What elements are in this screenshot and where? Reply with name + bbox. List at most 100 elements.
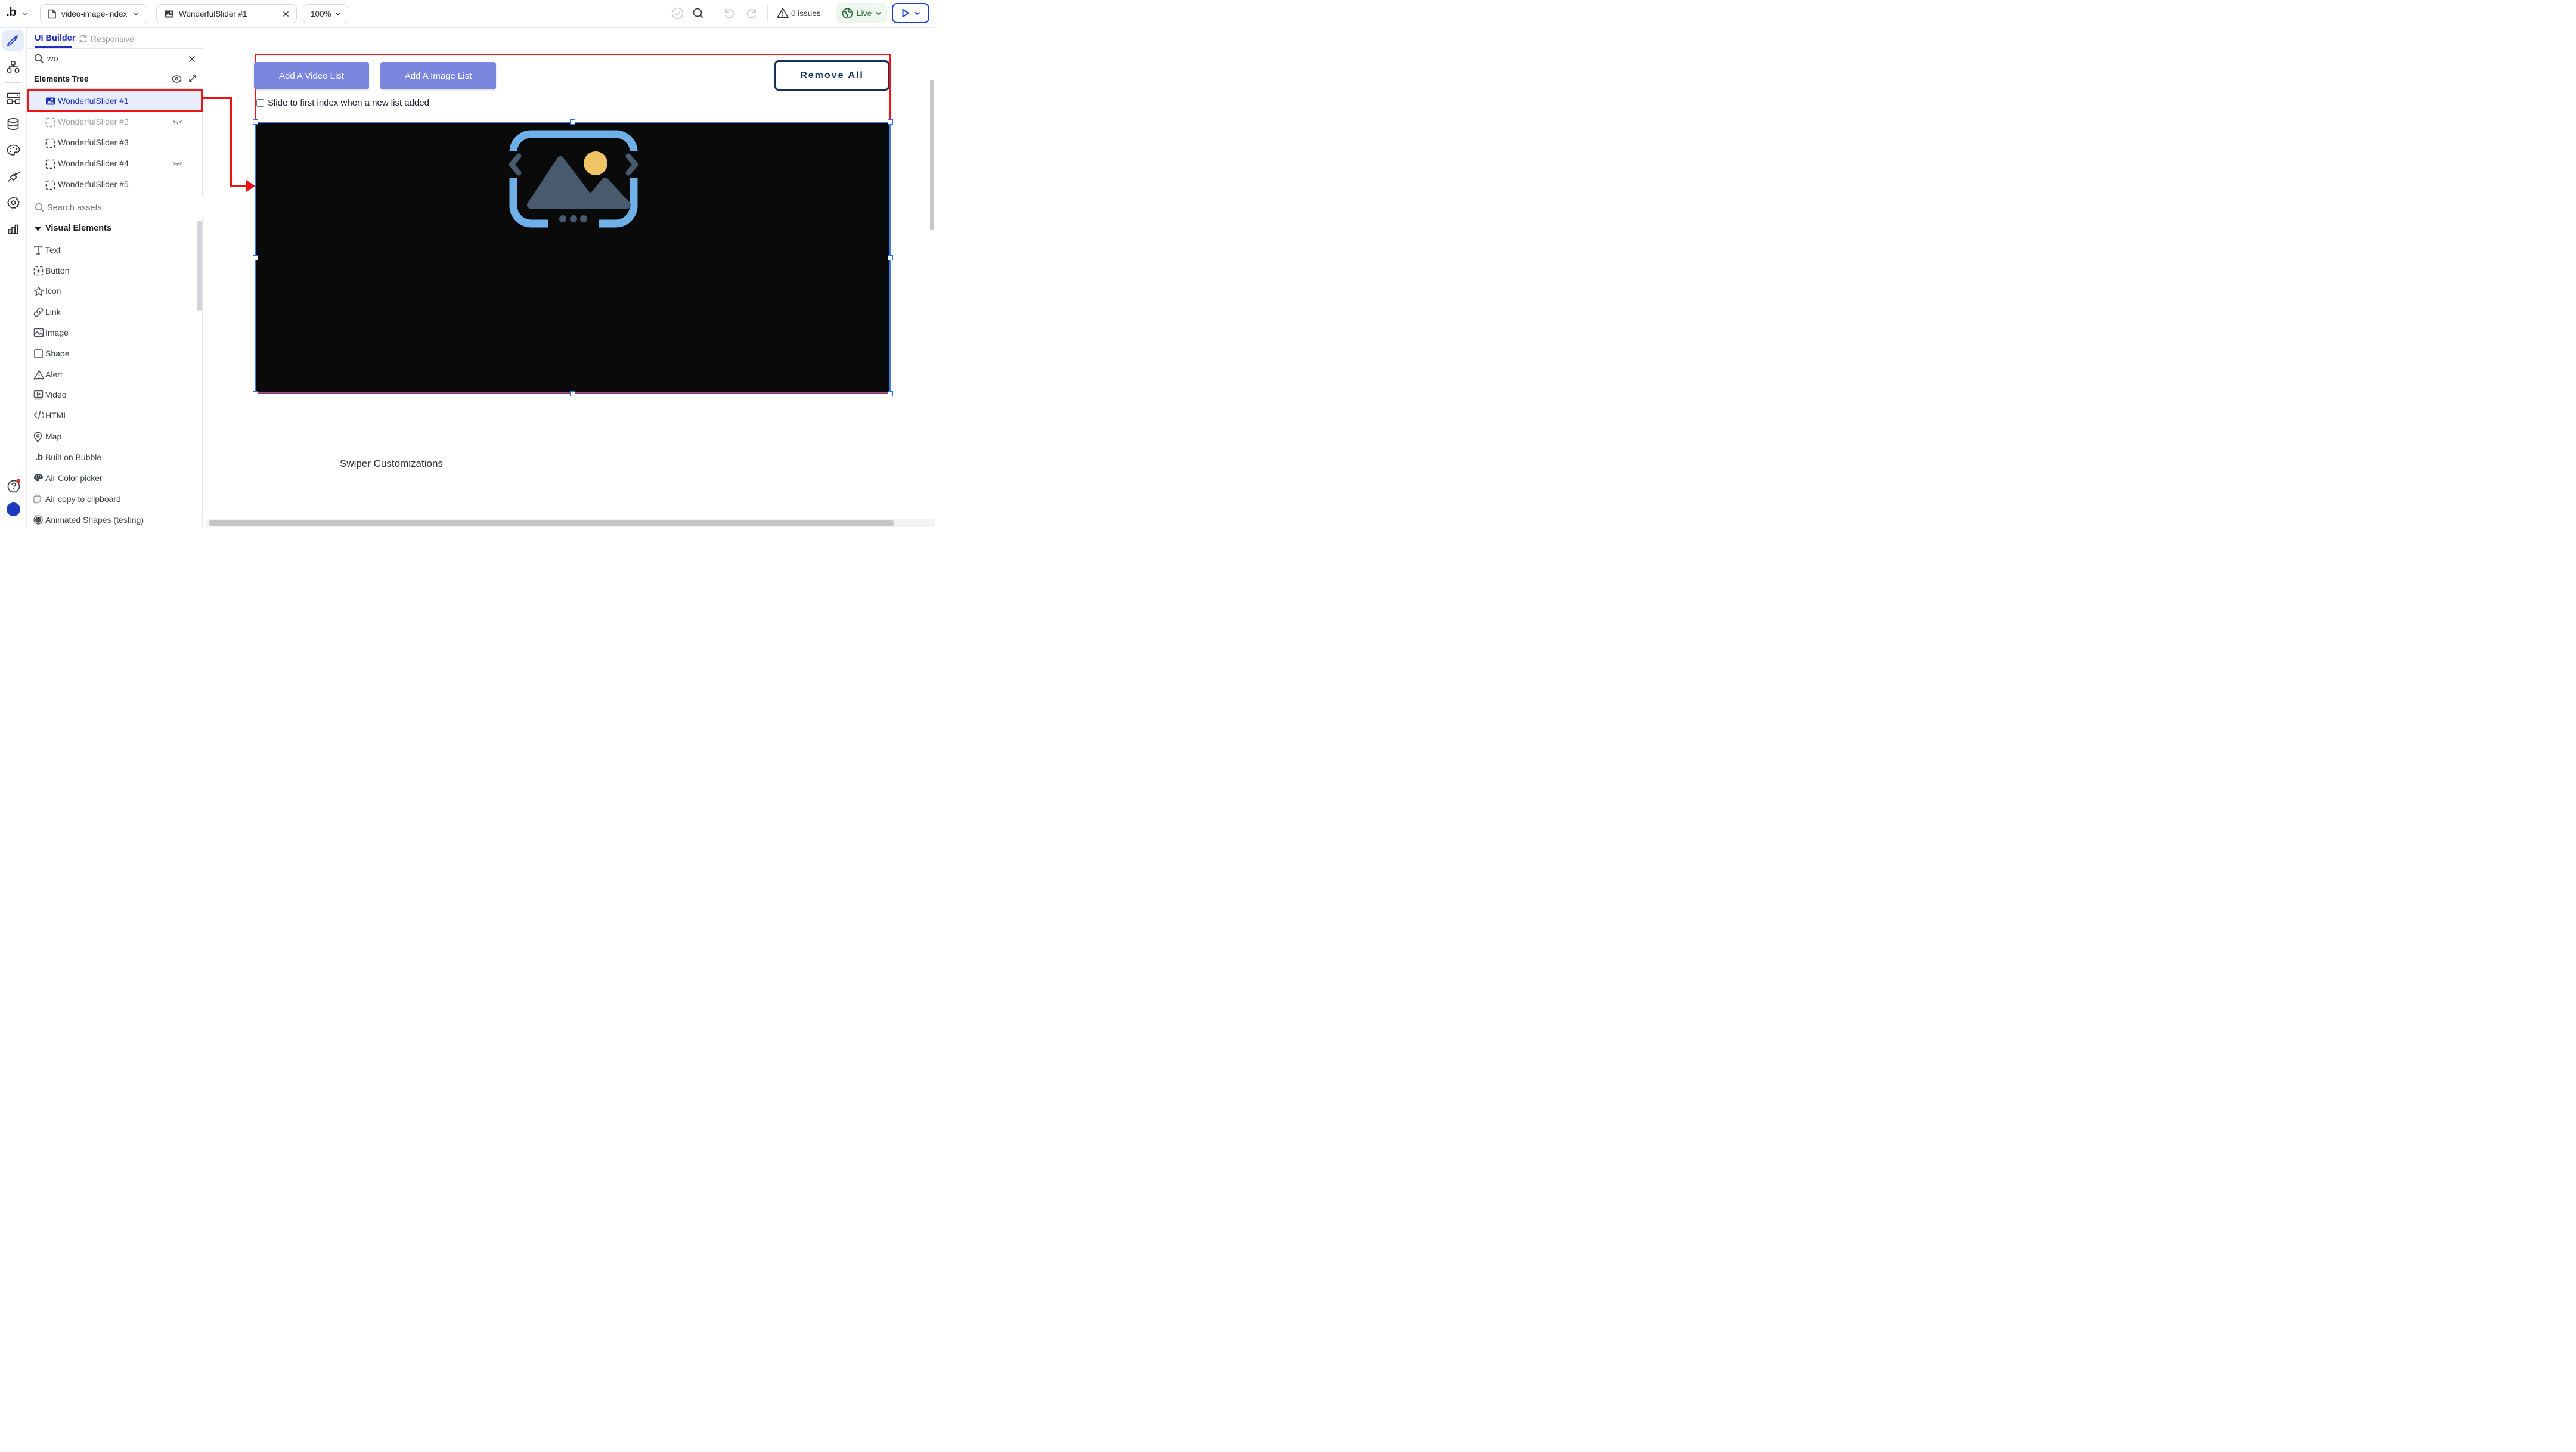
resize-handle-nw[interactable] bbox=[253, 119, 258, 125]
add-image-list-button[interactable]: Add A Image List bbox=[380, 62, 496, 89]
close-icon[interactable] bbox=[283, 11, 289, 17]
asset-label: Button bbox=[45, 266, 69, 275]
top-toolbar: .b video-image-index WonderfulSlider #1 … bbox=[0, 0, 935, 28]
asset-label: Shape bbox=[45, 349, 69, 358]
asset-label: Animated Shapes (testing) bbox=[45, 515, 144, 525]
asset-item-text[interactable]: Text bbox=[27, 240, 203, 261]
eye-closed-icon[interactable] bbox=[172, 119, 183, 126]
sitemap-icon[interactable] bbox=[7, 60, 20, 73]
dashed-box-icon bbox=[45, 138, 55, 148]
zoom-dropdown[interactable]: 100% bbox=[303, 4, 348, 23]
asset-item-animated-shapes[interactable]: Animated Shapes (testing) bbox=[27, 510, 203, 531]
remove-all-button[interactable]: Remove All bbox=[774, 60, 889, 91]
asset-item-air-color-picker[interactable]: Air Color picker bbox=[27, 469, 203, 489]
star-icon bbox=[33, 286, 44, 297]
wonderful-slider-element[interactable] bbox=[255, 122, 891, 393]
resize-handle-n[interactable] bbox=[570, 119, 575, 125]
asset-item-button[interactable]: Button bbox=[27, 261, 203, 282]
add-video-list-button[interactable]: Add A Video List bbox=[254, 62, 369, 89]
assets-search-row bbox=[27, 197, 203, 218]
vertical-scrollbar-thumb[interactable] bbox=[930, 80, 934, 230]
ui-builder-panel: UI Builder Responsive Elements Tree Wond… bbox=[27, 28, 203, 527]
asset-label: HTML bbox=[45, 411, 68, 420]
tree-item-wonderfulslider-3[interactable]: WonderfulSlider #3 bbox=[27, 133, 203, 154]
asset-item-map[interactable]: Map bbox=[27, 427, 203, 448]
live-environment-badge[interactable]: Live bbox=[836, 3, 887, 23]
asset-item-video[interactable]: Video bbox=[27, 385, 203, 406]
bubble-logo[interactable]: .b bbox=[6, 5, 16, 20]
section-visual-elements[interactable]: Visual Elements bbox=[27, 219, 203, 240]
annotation-arrow-segment bbox=[230, 97, 232, 187]
sync-icon bbox=[78, 34, 88, 44]
picture-icon bbox=[164, 10, 174, 18]
tab-active-underline bbox=[35, 46, 72, 48]
elements-tree-title: Elements Tree bbox=[34, 75, 89, 83]
toolbar-divider bbox=[767, 5, 768, 21]
tab-responsive[interactable]: Responsive bbox=[91, 34, 134, 44]
asset-item-image[interactable]: Image bbox=[27, 323, 203, 344]
video-icon bbox=[33, 390, 44, 401]
warning-triangle-icon bbox=[776, 7, 789, 20]
page-selector-label: video-image-index bbox=[61, 10, 127, 18]
tree-item-wonderfulslider-4[interactable]: WonderfulSlider #4 bbox=[27, 154, 203, 175]
chevron-down-icon bbox=[132, 11, 140, 16]
tree-item-wonderfulslider-2[interactable]: WonderfulSlider #2 bbox=[27, 112, 203, 133]
check-circle-icon[interactable] bbox=[671, 7, 684, 20]
avatar[interactable] bbox=[7, 502, 20, 516]
asset-item-alert[interactable]: Alert bbox=[27, 365, 203, 386]
chart-icon[interactable] bbox=[7, 222, 20, 235]
horizontal-scrollbar-thumb[interactable] bbox=[209, 520, 894, 526]
asset-item-icon[interactable]: Icon bbox=[27, 281, 203, 302]
panel-scrollbar-thumb[interactable] bbox=[197, 221, 202, 311]
tree-item-wonderfulslider-5[interactable]: WonderfulSlider #5 bbox=[27, 175, 203, 196]
panel-tabs: UI Builder Responsive bbox=[27, 28, 203, 49]
elements-search-row bbox=[27, 49, 203, 69]
asset-label: Link bbox=[45, 307, 61, 317]
assets-search-input[interactable] bbox=[47, 201, 178, 215]
palette-icon bbox=[33, 473, 44, 484]
asset-label: Air Color picker bbox=[45, 473, 103, 483]
eye-closed-icon[interactable] bbox=[172, 160, 183, 168]
tree-item-label: WonderfulSlider #5 bbox=[58, 179, 129, 189]
slide-to-first-index-checkbox[interactable] bbox=[256, 99, 264, 107]
asset-item-built-on-bubble[interactable]: .b Built on Bubble bbox=[27, 448, 203, 469]
alert-icon bbox=[33, 370, 44, 380]
clear-search-icon[interactable] bbox=[188, 55, 196, 63]
database-icon[interactable] bbox=[7, 117, 20, 131]
redo-icon[interactable] bbox=[745, 7, 758, 20]
shape-icon bbox=[33, 349, 44, 359]
asset-item-shape[interactable]: Shape bbox=[27, 344, 203, 365]
resize-handle-e[interactable] bbox=[888, 255, 893, 260]
plug-icon[interactable] bbox=[7, 170, 20, 183]
tree-item-label: WonderfulSlider #2 bbox=[58, 117, 129, 126]
gear-icon[interactable] bbox=[7, 196, 20, 209]
resize-handle-sw[interactable] bbox=[253, 391, 258, 396]
resize-handle-w[interactable] bbox=[253, 255, 258, 260]
logo-chevron-down-icon[interactable] bbox=[21, 11, 29, 16]
issues-counter[interactable]: 0 issues bbox=[791, 9, 821, 18]
pencil-icon[interactable] bbox=[7, 34, 20, 47]
page-selector-dropdown[interactable]: video-image-index bbox=[40, 4, 147, 23]
eye-icon[interactable] bbox=[172, 75, 182, 83]
palette-icon[interactable] bbox=[7, 144, 20, 157]
preview-run-button[interactable] bbox=[892, 3, 929, 23]
resize-handle-s[interactable] bbox=[570, 391, 575, 396]
element-tab[interactable]: WonderfulSlider #1 bbox=[156, 4, 297, 23]
annotation-arrow-segment bbox=[203, 97, 232, 99]
undo-icon[interactable] bbox=[723, 7, 736, 20]
design-canvas[interactable]: Add A Video List Add A Image List Remove… bbox=[203, 28, 935, 527]
resize-handle-se[interactable] bbox=[888, 391, 893, 396]
tab-ui-builder[interactable]: UI Builder bbox=[35, 33, 75, 43]
asset-item-link[interactable]: Link bbox=[27, 302, 203, 323]
elements-search-input[interactable] bbox=[47, 52, 178, 66]
resize-handle-ne[interactable] bbox=[888, 119, 893, 125]
layout-icon[interactable] bbox=[7, 92, 20, 105]
section-label: Visual Elements bbox=[45, 224, 111, 233]
search-icon[interactable] bbox=[692, 7, 705, 20]
help-icon[interactable] bbox=[7, 479, 20, 492]
asset-item-air-copy-to-clipboard[interactable]: Air copy to clipboard bbox=[27, 489, 203, 510]
expand-icon[interactable] bbox=[188, 74, 197, 83]
sun-icon bbox=[584, 151, 607, 175]
asset-item-html[interactable]: HTML bbox=[27, 406, 203, 427]
map-pin-icon bbox=[33, 432, 44, 442]
